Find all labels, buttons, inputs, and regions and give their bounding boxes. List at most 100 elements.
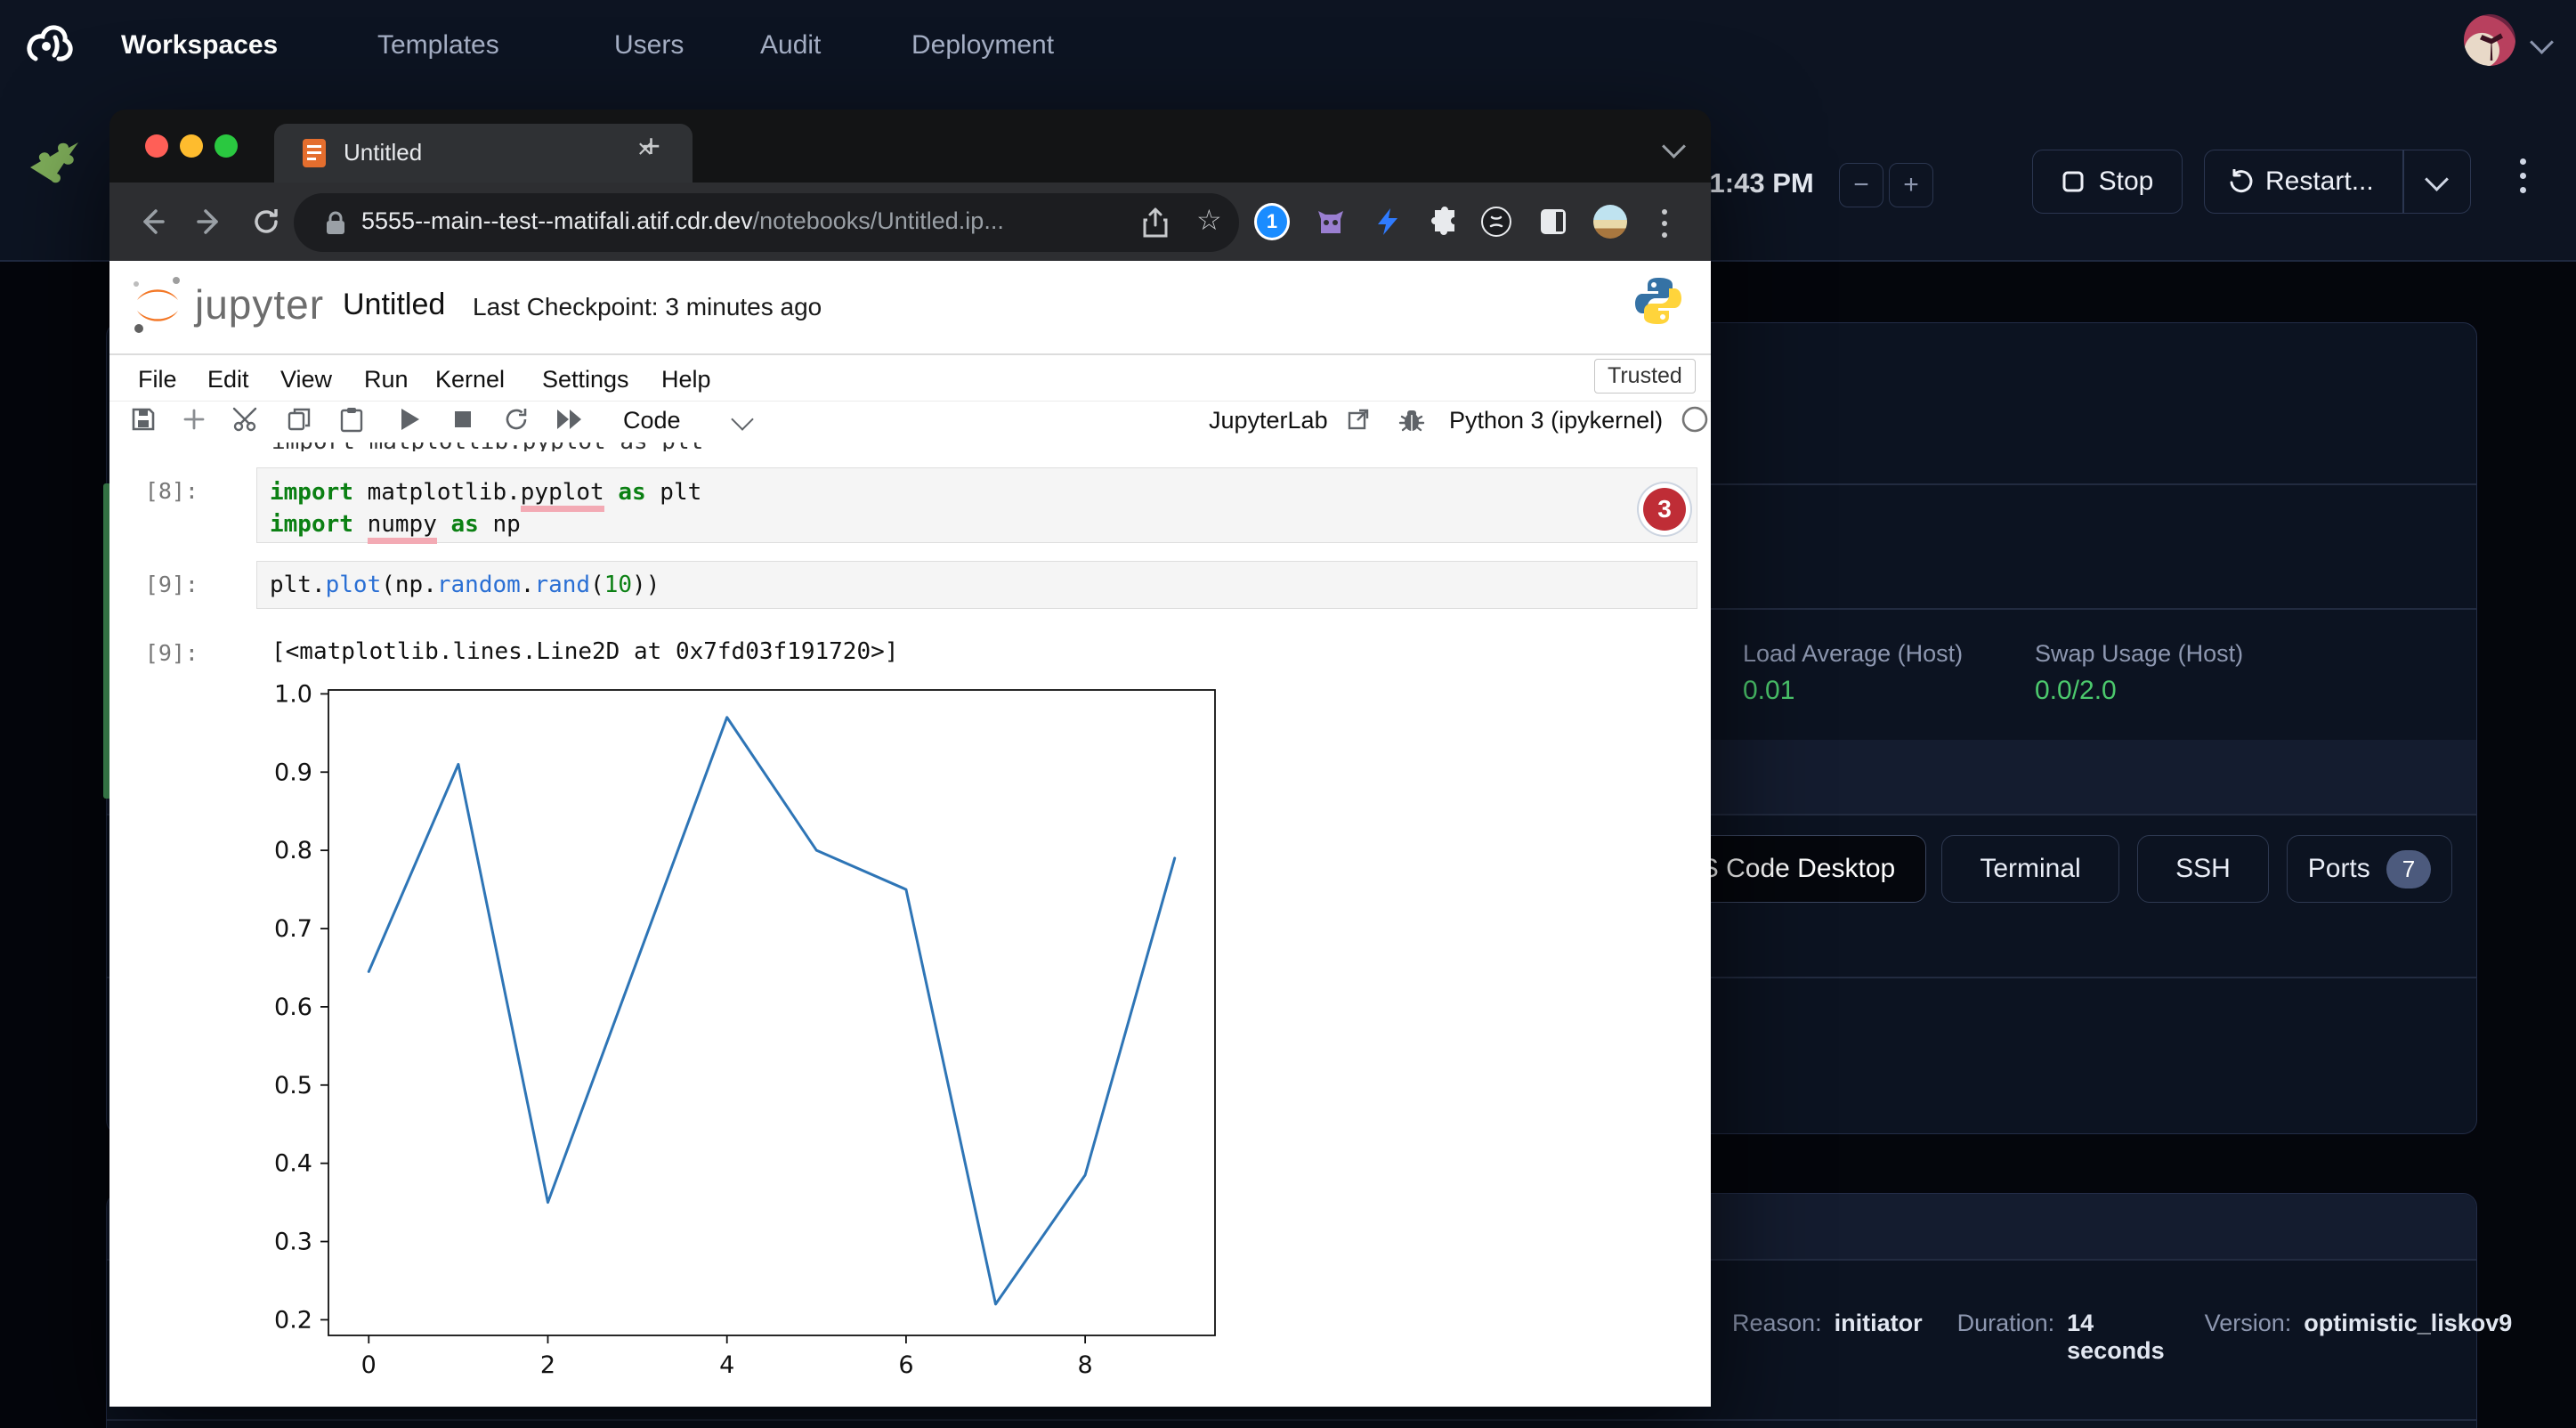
kernel-name[interactable]: Python 3 (ipykernel) <box>1449 407 1663 434</box>
run-cell-icon[interactable] <box>398 406 421 433</box>
address-bar[interactable]: 5555--main--test--matifali.atif.cdr.dev/… <box>294 193 1239 252</box>
jupyter-favicon <box>301 138 328 168</box>
last-checkpoint: Last Checkpoint: 3 minutes ago <box>473 293 822 321</box>
nav-item-workspaces[interactable]: Workspaces <box>121 30 278 61</box>
back-button[interactable] <box>136 206 168 238</box>
svg-text:0: 0 <box>361 1351 377 1379</box>
workspace-clock: 11:43 PM <box>1696 167 1814 199</box>
matplotlib-line-chart: 0.20.30.40.50.60.70.80.91.002468 <box>271 672 1273 1393</box>
add-cell-icon[interactable] <box>181 406 207 433</box>
tab-ports[interactable]: Ports 7 <box>2287 835 2452 903</box>
interrupt-kernel-icon[interactable] <box>451 406 474 433</box>
onepassword-extension-icon[interactable]: 1 <box>1254 204 1290 239</box>
menu-edit[interactable]: Edit <box>207 366 249 394</box>
debugger-bug-icon[interactable] <box>1398 406 1425 434</box>
menu-settings[interactable]: Settings <box>542 366 629 394</box>
forward-button[interactable] <box>193 206 225 238</box>
restart-split-button[interactable]: Restart... <box>2204 150 2471 214</box>
svg-text:0.5: 0.5 <box>274 1072 312 1099</box>
url-text: 5555--main--test--matifali.atif.cdr.dev/… <box>361 207 1004 235</box>
cat-extension-icon[interactable] <box>1313 204 1349 239</box>
code-line: import numpy as np <box>270 508 1684 540</box>
nav-item-audit[interactable]: Audit <box>760 30 821 61</box>
svg-text:2: 2 <box>540 1351 555 1379</box>
menu-help[interactable]: Help <box>661 366 711 394</box>
chevron-down-icon[interactable] <box>2530 30 2554 54</box>
svg-text:0.2: 0.2 <box>274 1306 312 1334</box>
code-line: plt.plot(np.random.rand(10)) <box>270 569 1684 601</box>
tab-terminal[interactable]: Terminal <box>1941 835 2119 903</box>
ghostery-extension-icon[interactable] <box>1478 204 1514 239</box>
side-panel-icon[interactable] <box>1535 204 1571 239</box>
swap-usage-value: 0.0/2.0 <box>2035 676 2117 706</box>
browser-window: Untitled × + <box>109 110 1711 1407</box>
nav-item-users[interactable]: Users <box>614 30 684 61</box>
reason-label: Reason: <box>1732 1310 1822 1337</box>
jupyter-toolbar: Code JupyterLab Python 3 (ipykernel) <box>109 401 1711 444</box>
browser-profile-avatar[interactable] <box>1592 204 1628 239</box>
restart-icon <box>2228 169 2253 194</box>
load-average-value: 0.01 <box>1743 676 1794 706</box>
restart-menu-button[interactable] <box>2404 176 2471 188</box>
code-cell[interactable]: import matplotlib.pyplot as pltimport nu… <box>256 467 1697 543</box>
output-prompt: [9]: <box>127 640 198 666</box>
tab-search-chevron-icon[interactable] <box>1662 134 1686 158</box>
user-avatar[interactable] <box>2464 14 2515 66</box>
jupyter-header: jupyter Untitled Last Checkpoint: 3 minu… <box>109 261 1711 355</box>
browser-menu-button[interactable] <box>1662 209 1667 238</box>
restart-kernel-icon[interactable] <box>503 406 530 433</box>
version-value[interactable]: optimistic_liskov9 <box>2304 1310 2512 1337</box>
copy-icon[interactable] <box>286 406 312 433</box>
menu-file[interactable]: File <box>138 366 177 394</box>
build-meta-row: Reason: initiator Duration: 14 seconds V… <box>1732 1310 2512 1365</box>
stop-button[interactable]: Stop <box>2032 150 2183 214</box>
menu-kernel[interactable]: Kernel <box>435 366 505 394</box>
code-line: import matplotlib.pyplot as plt <box>270 476 1684 508</box>
browser-tab[interactable]: Untitled × <box>274 124 693 183</box>
code-cell[interactable]: plt.plot(np.random.rand(10)) <box>256 561 1697 609</box>
reload-button[interactable] <box>250 206 282 238</box>
kebab-menu-button[interactable] <box>2520 158 2526 193</box>
trusted-button[interactable]: Trusted <box>1594 359 1696 394</box>
cell-prompt: [9]: <box>127 572 198 597</box>
bolt-extension-icon[interactable] <box>1370 204 1405 239</box>
notebook-title[interactable]: Untitled <box>343 288 445 322</box>
menu-view[interactable]: View <box>280 366 332 394</box>
load-average-label: Load Average (Host) <box>1743 640 1963 668</box>
screen: Workspaces Templates Users Audit Deploym… <box>0 0 2576 1428</box>
new-tab-button[interactable]: + <box>642 127 660 165</box>
url-path: /notebooks/Untitled.ip... <box>753 207 1004 234</box>
svg-text:0.7: 0.7 <box>274 915 312 943</box>
tab-title: Untitled <box>344 139 422 166</box>
window-zoom-button[interactable] <box>215 134 238 158</box>
nav-item-templates[interactable]: Templates <box>377 30 499 61</box>
tab-ssh[interactable]: SSH <box>2137 835 2269 903</box>
notebook-body: import matplotlib.pyplot as plt [8]: imp… <box>109 442 1711 1407</box>
zoom-in-button[interactable]: + <box>1889 163 1933 207</box>
bookmark-star-icon[interactable]: ☆ <box>1196 203 1222 237</box>
window-minimize-button[interactable] <box>180 134 203 158</box>
open-jupyterlab-link[interactable]: JupyterLab <box>1209 407 1328 434</box>
reason-value: initiator <box>1835 1310 1923 1337</box>
paste-icon[interactable] <box>339 406 364 433</box>
svg-text:6: 6 <box>898 1351 913 1379</box>
svg-text:4: 4 <box>719 1351 734 1379</box>
jupyter-brand: jupyter <box>195 280 324 329</box>
run-all-icon[interactable] <box>555 406 585 433</box>
stop-icon <box>2062 170 2085 193</box>
window-close-button[interactable] <box>145 134 168 158</box>
extensions-puzzle-icon[interactable] <box>1427 204 1462 239</box>
nav-item-deployment[interactable]: Deployment <box>911 30 1054 61</box>
jupyter-menubar: File Edit View Run Kernel Settings Help … <box>109 355 1711 402</box>
python-logo-icon <box>1633 275 1683 327</box>
share-icon[interactable] <box>1141 207 1170 239</box>
clipped-code-line: import matplotlib.pyplot as plt <box>271 442 703 451</box>
cell-type-select[interactable]: Code <box>623 407 681 434</box>
coder-logo-icon[interactable] <box>23 20 78 71</box>
restart-button[interactable]: Restart... <box>2205 166 2402 197</box>
cut-icon[interactable] <box>232 406 261 433</box>
zoom-out-button[interactable]: − <box>1839 163 1883 207</box>
menu-run[interactable]: Run <box>364 366 409 394</box>
save-icon[interactable] <box>130 406 157 433</box>
cell-prompt: [8]: <box>127 478 198 504</box>
